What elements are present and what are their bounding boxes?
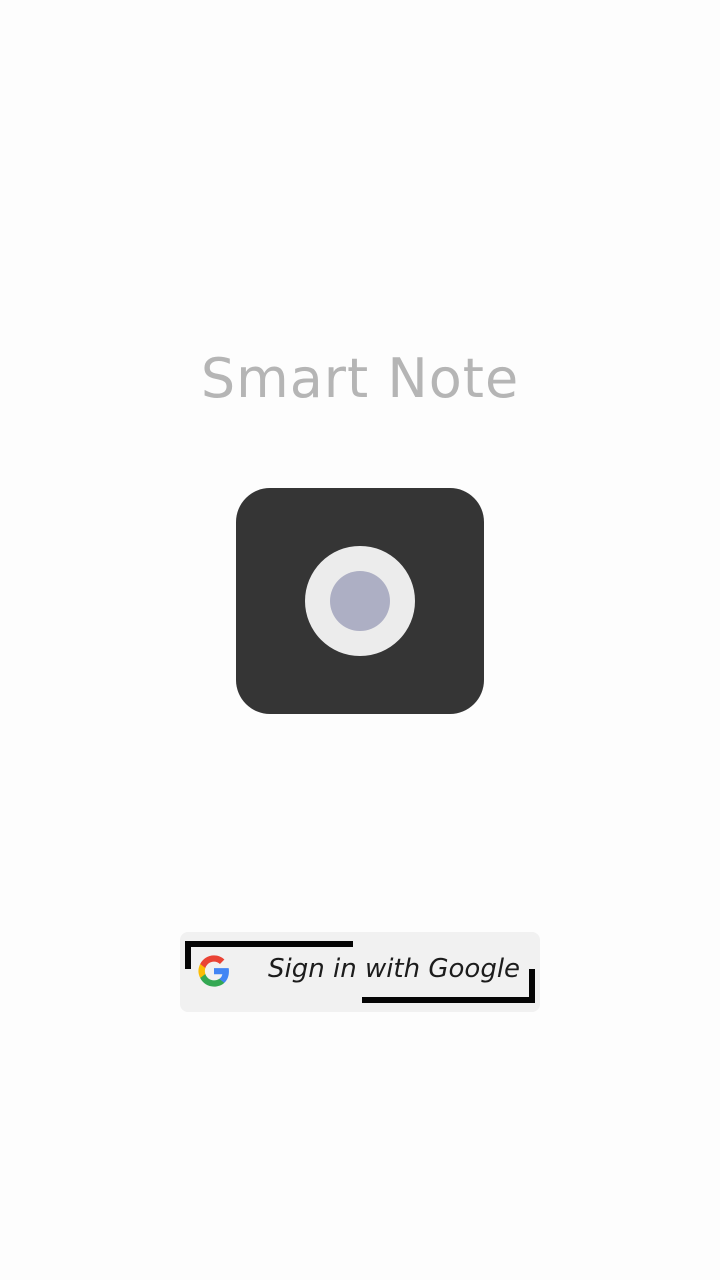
app-title: Smart Note [200,347,520,410]
logo-dot [330,571,390,631]
google-icon [198,955,229,987]
logo-ring [305,546,415,656]
google-sign-in-button[interactable]: Sign in with Google [180,932,540,1012]
sign-in-label: Sign in with Google [268,954,521,984]
app-logo-icon [236,488,484,714]
